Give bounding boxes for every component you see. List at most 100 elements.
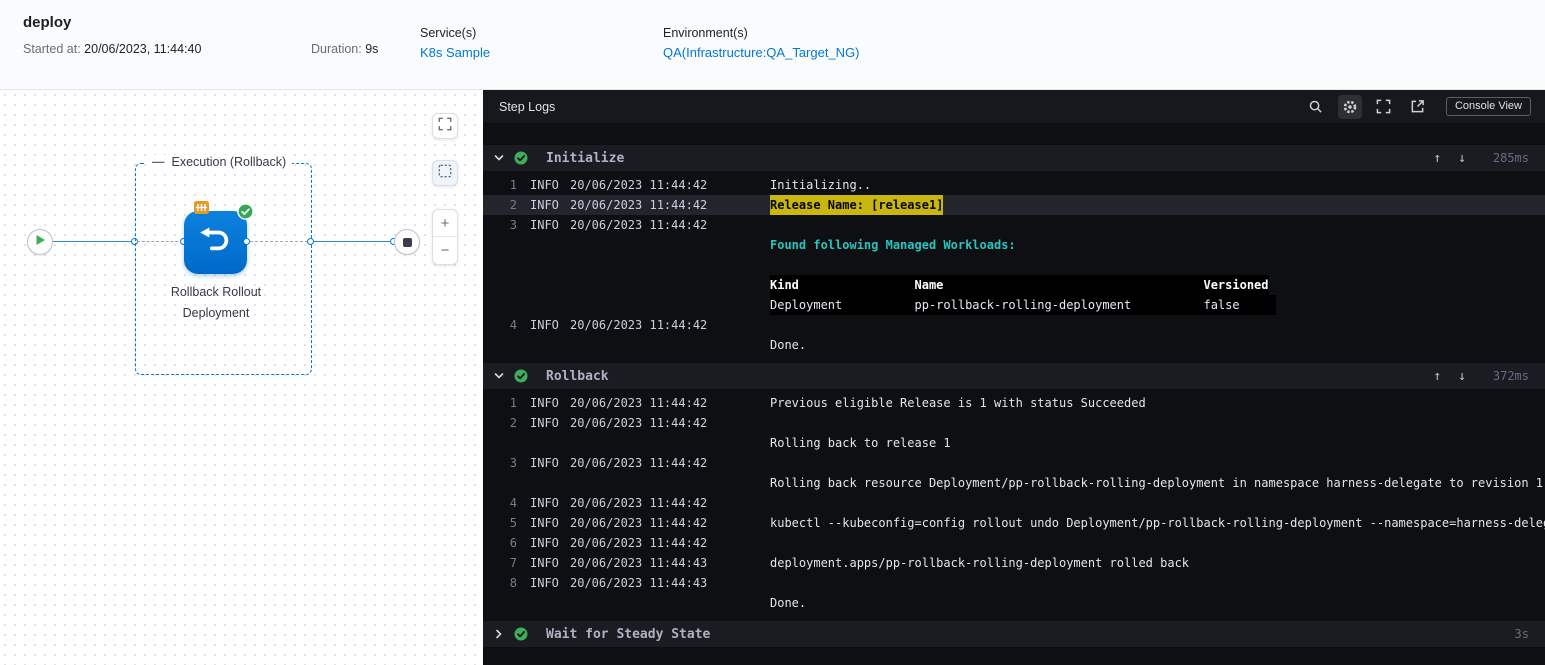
log-message: Done. [770,596,807,610]
line-number [483,275,517,295]
duration: Duration: 9s [311,42,378,56]
connector-dot [243,238,250,245]
line-number [483,433,517,453]
fullscreen-icon[interactable] [1372,95,1396,119]
log-timestamp: 20/06/2023 11:44:42 [570,218,708,232]
line-number: 3 [509,456,517,470]
log-row: 6 INFO 20/06/2023 11:44:42 [483,533,1545,553]
step-label: Rollback Rollout Deployment [170,285,262,320]
edge-step-to-group-end [250,241,308,242]
log-timestamp [570,473,728,493]
console-view-button[interactable]: Console View [1445,97,1531,116]
log-timestamp [570,295,728,315]
collapse-group-icon[interactable]: — [152,155,165,169]
scroll-to-bottom-icon[interactable]: ↓ [1458,152,1466,165]
scroll-to-bottom-icon[interactable]: ↓ [1458,370,1466,383]
end-node[interactable] [394,229,420,255]
rollback-step-node[interactable] [184,201,254,274]
step-logs-panel: Step Logs Console View Initialize ↑ ↓ 28… [483,90,1545,665]
section-success-check-icon [511,627,537,641]
settings-gear-icon[interactable] [1337,94,1362,119]
pipeline-title: deploy [23,14,72,31]
duration-value: 9s [365,42,379,56]
execution-group-label[interactable]: — Execution (Rollback) [146,155,293,169]
search-icon[interactable] [1304,95,1328,119]
section-success-check-icon [511,369,537,383]
log-level [530,335,570,355]
log-row: 4 INFO 20/06/2023 11:44:42 [483,315,1545,335]
log-timestamp [570,593,728,613]
line-number: 7 [509,556,517,570]
chevron-down-icon[interactable] [493,152,511,164]
log-section-header[interactable]: Wait for Steady State 3s [483,621,1545,647]
main-split: — Execution (Rollback) Rollback Rollout … [0,90,1545,665]
log-level: INFO [530,416,559,430]
log-level: INFO [530,516,559,530]
line-number: 4 [509,496,517,510]
log-level: INFO [530,536,559,550]
scroll-to-top-icon[interactable]: ↑ [1433,370,1441,383]
started-at-value: 20/06/2023, 11:44:40 [84,42,202,56]
canvas-select-button[interactable] [432,160,458,186]
marquee-select-icon [438,164,452,183]
log-level: INFO [530,396,559,410]
chevron-right-icon[interactable] [493,628,511,640]
service-link[interactable]: K8s Sample [420,45,490,60]
step-type-badge-icon [194,201,209,219]
log-timestamp: 20/06/2023 11:44:42 [570,416,708,430]
started-at-label: Started at: [23,42,81,56]
section-title: Wait for Steady State [546,626,711,642]
log-row: 8 INFO 20/06/2023 11:44:43 [483,573,1545,593]
log-level: INFO [530,556,559,570]
edge-start-to-group [53,241,135,242]
canvas-zoom-controls: + − [432,209,458,265]
step-logs-title: Step Logs [499,99,556,114]
log-row: 1 INFO 20/06/2023 11:44:42 Previous eligibl… [483,393,1545,413]
log-row: 3 INFO 20/06/2023 11:44:42 [483,215,1545,235]
environments-label: Environment(s) [663,26,748,40]
group-label-text: Execution (Rollback) [171,155,287,169]
log-timestamp: 20/06/2023 11:44:42 [570,318,708,332]
chevron-down-icon[interactable] [493,370,511,382]
log-row: Kind Name Versioned [483,275,1545,295]
line-number: 8 [509,576,517,590]
edge-group-to-end [313,241,391,242]
log-row: Rolling back to release 1 [483,433,1545,453]
execution-header: deploy Started at: 20/06/2023, 11:44:40 … [0,0,1545,90]
line-number [483,295,517,315]
line-number [483,235,517,255]
log-message: deployment.apps/pp-rollback-rolling-depl… [770,556,1190,570]
start-node[interactable] [27,229,53,255]
log-timestamp: 20/06/2023 11:44:42 [570,396,708,410]
log-level: INFO [530,198,559,212]
log-row [483,255,1545,275]
log-level: INFO [530,456,559,470]
zoom-out-button[interactable]: − [433,237,457,264]
log-section-header[interactable]: Rollback ↑ ↓ 372ms [483,363,1545,389]
environment-link[interactable]: QA(Infrastructure:QA_Target_NG) [663,45,860,60]
log-level [530,275,570,295]
log-level [530,255,570,275]
zoom-in-button[interactable]: + [433,210,457,238]
log-sections[interactable]: Initialize ↑ ↓ 285ms 1 INFO 20/06/2023 11:44:4… [483,123,1545,665]
log-timestamp: 20/06/2023 11:44:42 [570,178,708,192]
open-in-new-icon[interactable] [1406,95,1430,119]
log-row: Found following Managed Workloads: [483,235,1545,255]
canvas-expand-button[interactable] [432,113,458,139]
scroll-to-top-icon[interactable]: ↑ [1433,152,1441,165]
log-section-rows: 1 INFO 20/06/2023 11:44:42 Previous eligibl… [483,389,1545,617]
log-message: Found following Managed Workloads: [770,238,1016,252]
minus-icon: − [440,242,450,259]
section-title: Rollback [546,368,609,384]
section-duration: 372ms [1492,369,1529,383]
duration-label: Duration: [311,42,362,56]
log-row: 4 INFO 20/06/2023 11:44:42 [483,493,1545,513]
section-success-check-icon [511,151,537,165]
log-row: Deployment pp-rollback-rolling-deploymen… [483,295,1545,315]
pipeline-canvas[interactable]: — Execution (Rollback) Rollback Rollout … [0,90,483,665]
log-section-header[interactable]: Initialize ↑ ↓ 285ms [483,145,1545,171]
log-level: INFO [530,496,559,510]
section-title: Initialize [546,150,625,166]
services-label: Service(s) [420,26,477,40]
log-level [530,433,570,453]
